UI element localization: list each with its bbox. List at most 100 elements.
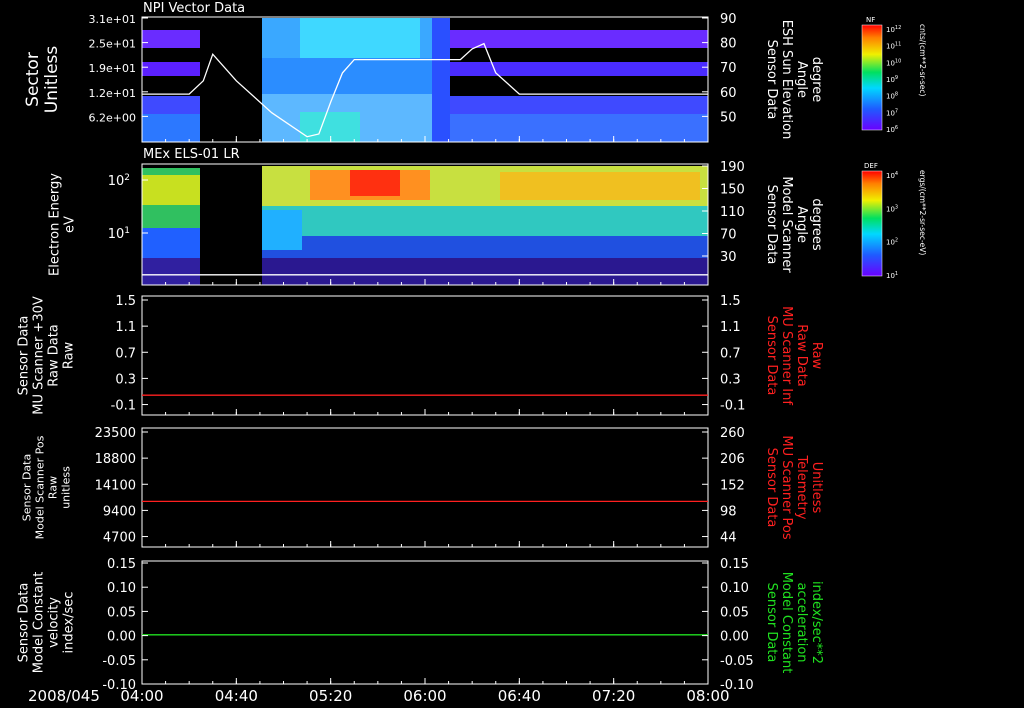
y-tick-label: 98 xyxy=(720,504,737,519)
y-tick-label: 150 xyxy=(720,183,745,198)
left-axis-label: Raw Data xyxy=(47,324,62,387)
y-tick-label: 70 xyxy=(720,61,737,76)
right-axis-label: Model Scanner xyxy=(779,176,794,273)
left-axis-label: Electron Energy xyxy=(48,173,63,276)
time-tick-label: 06:40 xyxy=(498,687,541,705)
right-axis-label: index/sec**2 xyxy=(809,581,824,664)
colorbar-tick-label: 104 xyxy=(886,171,898,180)
y-tick-label: -0.10 xyxy=(720,678,754,693)
y-tick-label: 70 xyxy=(720,228,737,243)
right-axis-label: Sensor Data xyxy=(764,583,779,663)
y-tick-label: 1.5 xyxy=(115,294,136,309)
colorbar-nf-ticks: 1012 1011 1010 109 108 107 106 xyxy=(886,25,901,134)
y-tick-label: 9400 xyxy=(103,504,136,519)
colorbar-tick-label: 109 xyxy=(886,75,898,84)
y-tick-label: 0.7 xyxy=(720,346,741,361)
y-tick-label: -0.05 xyxy=(720,654,754,669)
y-tick-label: 0.00 xyxy=(107,630,136,645)
y-tick-label: 80 xyxy=(720,37,737,52)
right-axis-label: Sensor Data xyxy=(764,448,779,528)
right-axis-label: degree xyxy=(809,57,824,103)
colorbar-tick-label: 106 xyxy=(886,125,898,134)
y-tick-label: 0.15 xyxy=(107,557,136,572)
time-tick-label: 05:20 xyxy=(309,687,352,705)
y-tick-label: 0.15 xyxy=(720,557,749,572)
y-tick-label: 110 xyxy=(720,205,745,220)
y-tick-label: 190 xyxy=(720,160,745,175)
panel-npi-title: NPI Vector Data xyxy=(143,1,245,16)
left-axis-label: unitless xyxy=(60,466,73,509)
panel-scanner-pos-frame xyxy=(141,427,709,548)
y-tick-label: 6.2e+00 xyxy=(89,111,136,124)
colorbar-def: DEF ergs/(cm**2-sr-sec-eV) 104 103 102 101 xyxy=(861,162,927,280)
y-tick-label: 2.5e+01 xyxy=(89,38,136,51)
left-axis-label: MU Scanner +30V xyxy=(32,296,47,415)
left-axis-label: Sensor Data xyxy=(21,454,34,521)
right-axis-label: Angle xyxy=(794,206,809,243)
spectrogram-figure: NPI Vector Data MEx ELS-01 LR 04:00 04:4… xyxy=(17,1,928,705)
left-axis-label: Raw xyxy=(47,476,60,499)
y-tick-label: 101 xyxy=(108,226,130,242)
panel-velocity-frame xyxy=(141,560,709,685)
y-tick-label: 0.00 xyxy=(720,630,749,645)
left-axis-label: index/sec xyxy=(62,592,77,654)
y-tick-label: 0.10 xyxy=(720,581,749,596)
colorbar-def-units: ergs/(cm**2-sr-sec-eV) xyxy=(918,170,927,255)
time-tick-label: 04:40 xyxy=(215,687,258,705)
left-axis-label: Sensor Data xyxy=(17,583,32,663)
y-tick-label: 1.1 xyxy=(115,320,136,335)
right-axis-label: Unitless xyxy=(809,462,824,514)
date-label: 2008/045 xyxy=(28,687,100,705)
right-axis-label: Sensor Data xyxy=(764,40,779,120)
panel-mu30v-frame xyxy=(141,295,709,416)
colorbar-def-name: DEF xyxy=(864,162,878,170)
y-tick-label: -0.1 xyxy=(720,399,745,414)
left-axis-label: velocity xyxy=(47,597,62,648)
right-axis-label: MU Scanner Pos xyxy=(779,435,794,540)
y-tick-label: 23500 xyxy=(95,426,136,441)
y-tick-label: 60 xyxy=(720,86,737,101)
colorbar-nf-units: cnts/(cm**2-sr-sec) xyxy=(918,24,927,96)
right-axis-label: Raw Data xyxy=(794,324,809,387)
y-tick-label: 260 xyxy=(720,426,745,441)
colorbar-nf-name: NF xyxy=(866,16,875,24)
right-axis-label: acceleration xyxy=(794,582,809,662)
panel-els-title: MEx ELS-01 LR xyxy=(143,147,240,162)
right-axis-label: Sensor Data xyxy=(764,316,779,396)
right-axis-label: MU Scanner Inf xyxy=(779,306,794,405)
right-axis-label: Model Constant xyxy=(779,572,794,674)
colorbar-def-ticks: 104 103 102 101 xyxy=(886,171,898,280)
y-tick-label: 152 xyxy=(720,478,745,493)
colorbar-tick-label: 1010 xyxy=(886,58,901,67)
y-tick-label: 44 xyxy=(720,531,737,546)
y-tick-label: 50 xyxy=(720,110,737,125)
right-axis-label: Raw xyxy=(809,342,824,370)
left-axis-label: Model Scanner Pos xyxy=(34,435,47,539)
left-axis-label: Model Constant xyxy=(32,572,47,674)
y-tick-label: 0.05 xyxy=(107,605,136,620)
y-tick-label: 90 xyxy=(720,12,737,27)
colorbar-tick-label: 108 xyxy=(886,92,898,101)
els-spectrogram xyxy=(142,164,708,285)
y-tick-label: 14100 xyxy=(95,478,136,493)
right-axis-label: ESH Sun Elevation xyxy=(779,20,794,140)
y-tick-label: 1.5 xyxy=(720,294,741,309)
colorbar-tick-label: 102 xyxy=(886,238,898,247)
colorbar-nf: NF cnts/(cm**2-sr-sec) 10121011101010910… xyxy=(861,16,927,134)
y-tick-label: -0.05 xyxy=(102,654,136,669)
y-tick-label: 18800 xyxy=(95,452,136,467)
y-tick-label: 0.05 xyxy=(720,605,749,620)
y-tick-label: 0.3 xyxy=(720,372,741,387)
npi-spectrogram xyxy=(142,17,708,142)
right-axis-label: Telemetry xyxy=(794,454,809,519)
panel-npi: NPI Vector Data xyxy=(141,1,709,143)
y-tick-label: 1.9e+01 xyxy=(89,62,136,75)
time-tick-label: 07:20 xyxy=(592,687,635,705)
left-axis-label: eV xyxy=(63,216,78,233)
left-axis-label: Sensor Data xyxy=(17,316,32,396)
y-tick-label: 3.1e+01 xyxy=(89,13,136,26)
y-tick-label: 1.1 xyxy=(720,320,741,335)
y-tick-label: -0.10 xyxy=(102,678,136,693)
colorbar-tick-label: 101 xyxy=(886,271,898,280)
left-axis-label: Raw xyxy=(62,341,77,369)
